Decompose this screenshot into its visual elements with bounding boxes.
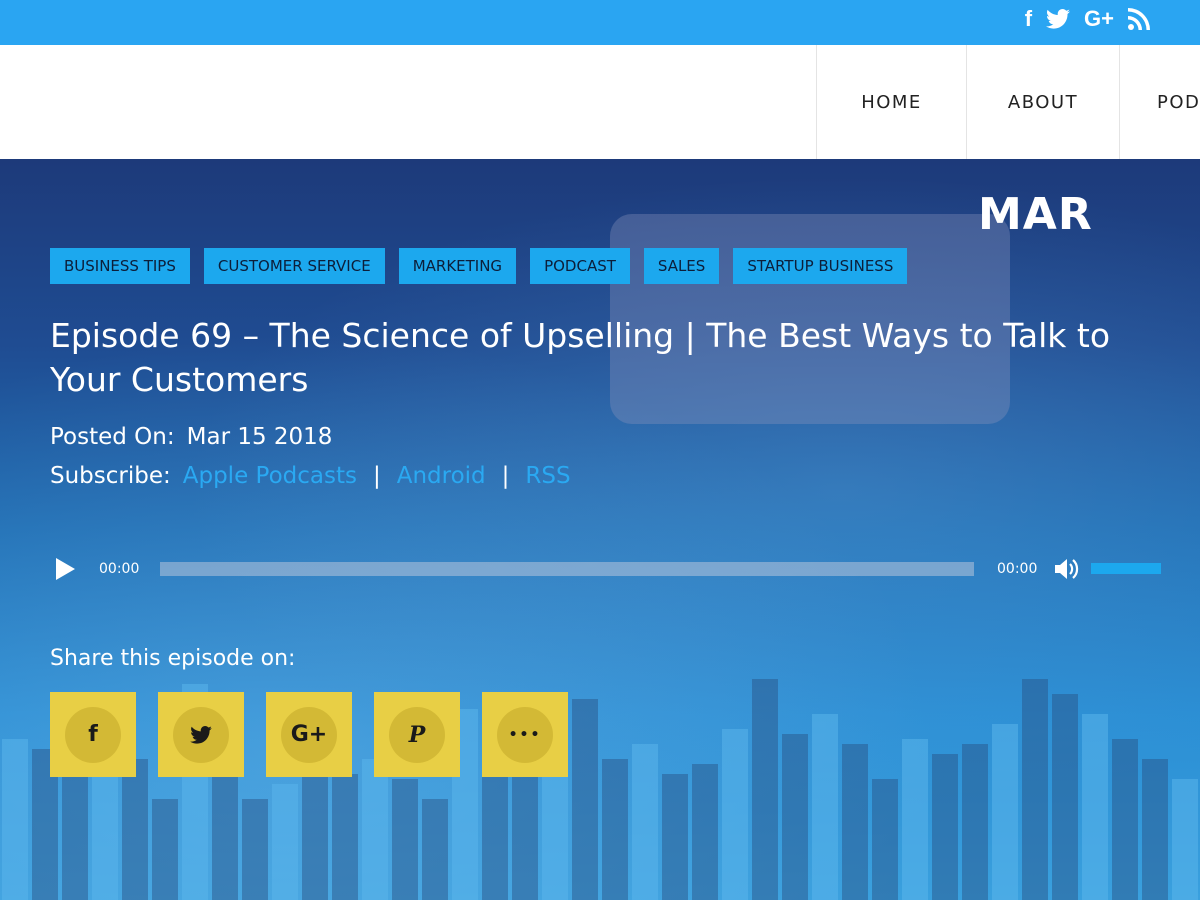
nav-about[interactable]: ABOUT — [966, 45, 1119, 159]
facebook-icon[interactable]: f — [1025, 6, 1032, 32]
site-header: HOME ABOUT POD — [0, 45, 1200, 159]
wave-bar — [632, 744, 658, 900]
posted-on: Posted On: Mar 15 2018 — [50, 424, 332, 450]
wave-bar — [272, 784, 298, 900]
category-tags: BUSINESS TIPS CUSTOMER SERVICE MARKETING… — [50, 248, 908, 284]
share-pinterest-button[interactable]: P — [374, 692, 460, 777]
google-plus-icon[interactable]: G+ — [1084, 6, 1114, 32]
tag-startup-business[interactable]: STARTUP BUSINESS — [733, 248, 908, 284]
tag-sales[interactable]: SALES — [643, 248, 720, 284]
wave-bar — [92, 769, 118, 900]
main-nav: HOME ABOUT POD — [816, 45, 1200, 159]
progress-track[interactable] — [160, 562, 974, 576]
wave-bar — [872, 779, 898, 900]
facebook-icon: f — [65, 706, 121, 763]
wave-bar — [422, 799, 448, 900]
wave-bar — [842, 744, 868, 900]
wave-bar — [572, 699, 598, 900]
subscribe-label: Subscribe: — [50, 463, 171, 489]
wave-bar — [752, 679, 778, 900]
wave-bar — [662, 774, 688, 900]
episode-hero: MAR BUSINESS TIPS CUSTOMER SERVICE MARKE… — [0, 159, 1200, 900]
wave-bar — [932, 754, 958, 900]
share-more-button[interactable]: ••• — [482, 692, 568, 777]
nav-home[interactable]: HOME — [816, 45, 966, 159]
nav-podcast[interactable]: POD — [1119, 45, 1200, 159]
top-social-bar: f G+ — [0, 0, 1200, 45]
tag-customer-service[interactable]: CUSTOMER SERVICE — [203, 248, 385, 284]
volume-icon[interactable] — [1053, 556, 1081, 582]
wave-bar — [1052, 694, 1078, 900]
wave-bar — [1142, 759, 1168, 900]
wave-bar — [332, 774, 358, 900]
wave-bar — [1112, 739, 1138, 900]
twitter-icon[interactable] — [1046, 6, 1071, 32]
share-label: Share this episode on: — [50, 646, 296, 671]
posted-on-label: Posted On: — [50, 424, 175, 450]
wave-bar — [1172, 779, 1198, 900]
subscribe-android-link[interactable]: Android — [397, 463, 486, 489]
posted-date: Mar 15 2018 — [186, 424, 333, 450]
episode-title: Episode 69 – The Science of Upselling | … — [50, 316, 1111, 399]
wave-bar — [722, 729, 748, 900]
episode-month: MAR — [978, 189, 1093, 240]
duration-time: 00:00 — [997, 561, 1038, 577]
pinterest-icon: P — [389, 706, 445, 763]
wave-bar — [962, 744, 988, 900]
share-facebook-button[interactable]: f — [50, 692, 136, 777]
wave-bar — [2, 739, 28, 900]
tag-marketing[interactable]: MARKETING — [398, 248, 517, 284]
current-time: 00:00 — [99, 561, 140, 577]
wave-bar — [902, 739, 928, 900]
wave-bar — [392, 779, 418, 900]
wave-bar — [1082, 714, 1108, 900]
subscribe-row: Subscribe: Apple Podcasts | Android | RS… — [50, 463, 571, 489]
wave-bar — [152, 799, 178, 900]
tag-podcast[interactable]: PODCAST — [530, 248, 630, 284]
subscribe-separator: | — [501, 463, 510, 489]
more-icon: ••• — [497, 706, 553, 763]
wave-bar — [122, 759, 148, 900]
rss-icon[interactable] — [1128, 6, 1150, 32]
share-twitter-button[interactable] — [158, 692, 244, 777]
wave-bar — [782, 734, 808, 900]
wave-bar — [992, 724, 1018, 900]
subscribe-separator: | — [372, 463, 381, 489]
google-plus-icon: G+ — [281, 706, 337, 763]
wave-bar — [242, 799, 268, 900]
wave-bar — [362, 759, 388, 900]
share-google-plus-button[interactable]: G+ — [266, 692, 352, 777]
social-links: f G+ — [1025, 6, 1150, 32]
twitter-icon — [173, 706, 229, 763]
wave-bar — [1022, 679, 1048, 900]
audio-player: 00:00 00:00 — [50, 554, 1162, 584]
subscribe-apple-podcasts-link[interactable]: Apple Podcasts — [183, 463, 357, 489]
volume-slider[interactable] — [1091, 563, 1161, 574]
tag-business-tips[interactable]: BUSINESS TIPS — [50, 248, 190, 284]
wave-bar — [212, 764, 238, 900]
play-icon[interactable] — [56, 558, 75, 580]
wave-bar — [812, 714, 838, 900]
wave-bar — [692, 764, 718, 900]
share-buttons: f G+ P ••• — [50, 692, 568, 777]
wave-bar — [602, 759, 628, 900]
subscribe-rss-link[interactable]: RSS — [525, 463, 570, 489]
